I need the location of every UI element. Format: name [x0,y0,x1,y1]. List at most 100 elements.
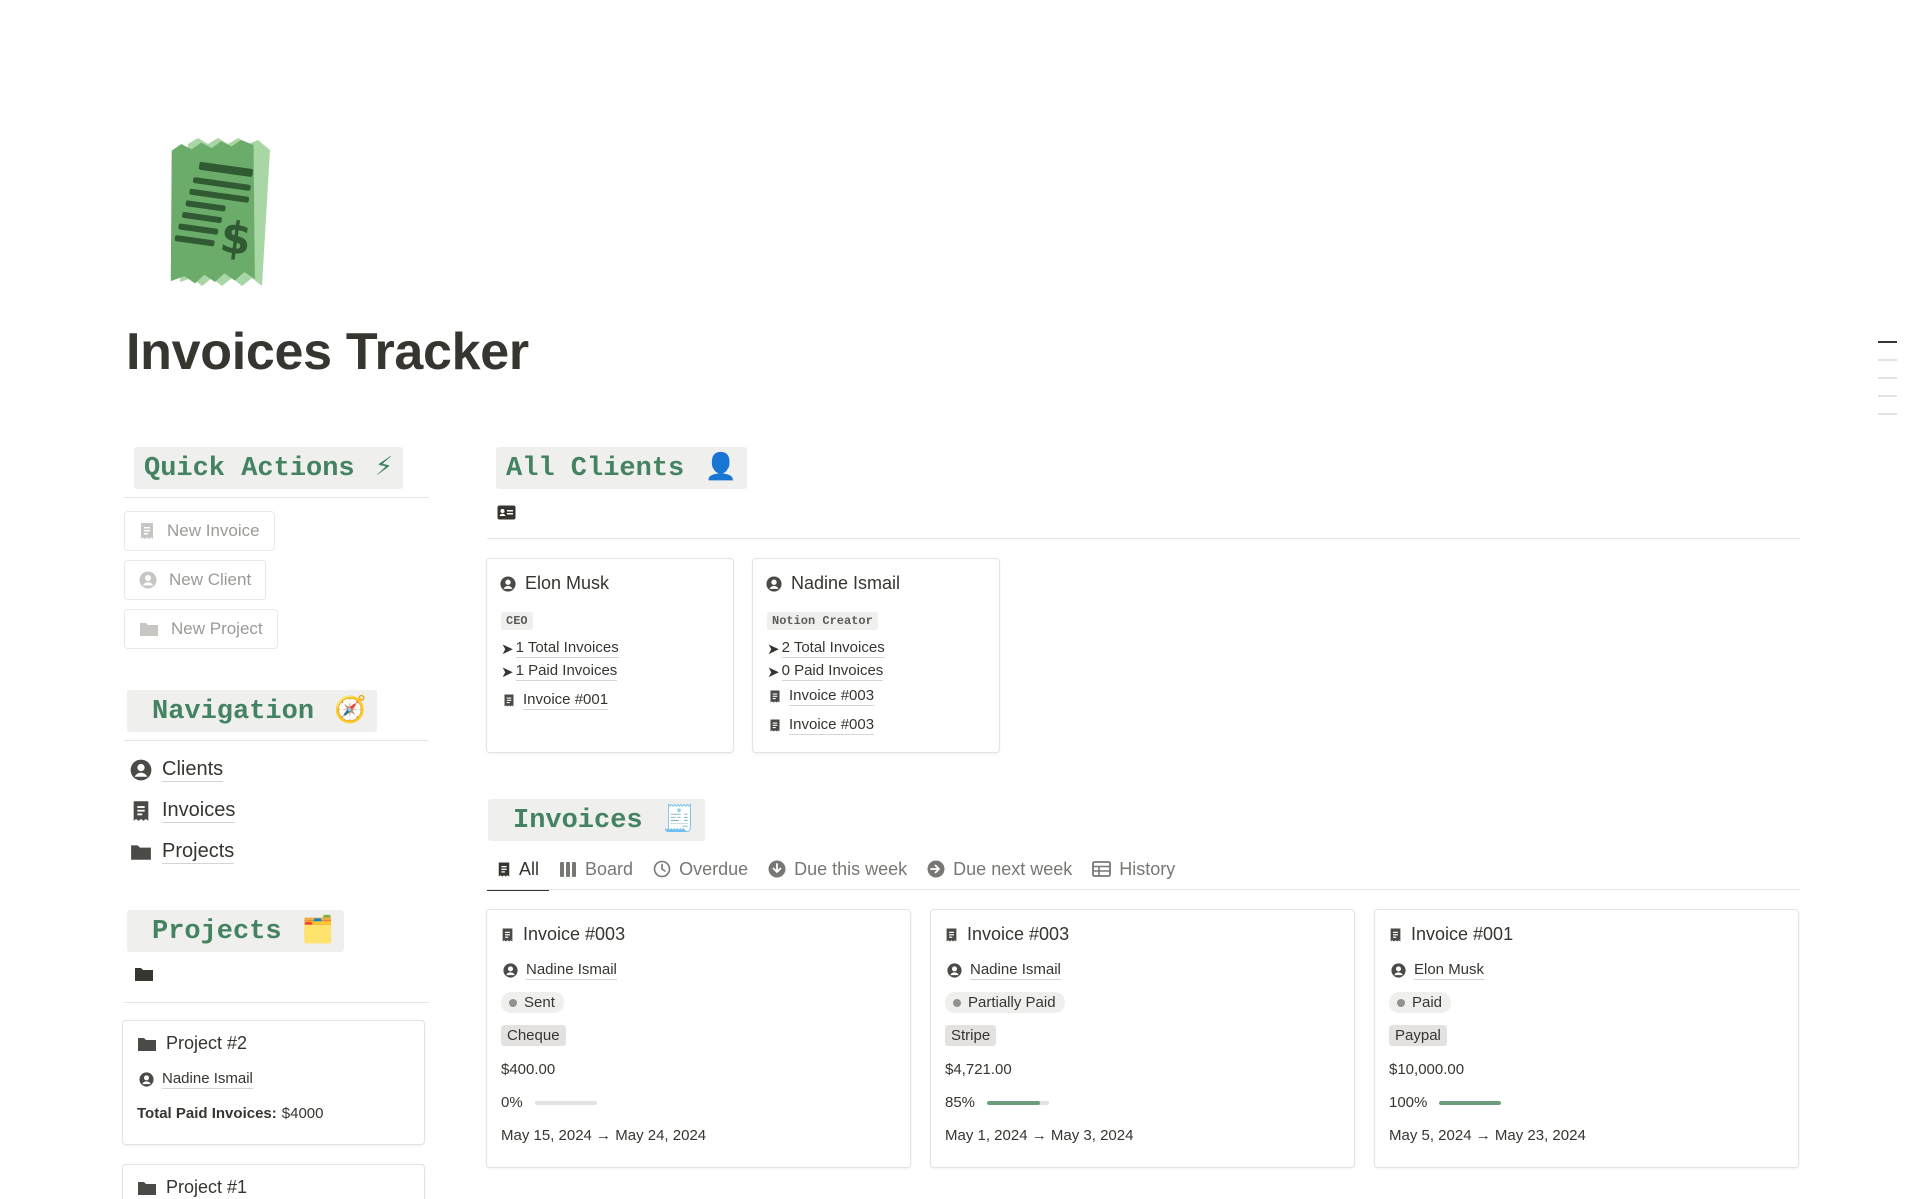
new-client-button[interactable]: New Client [124,560,267,600]
compass-icon: 🧭 [334,695,367,725]
invoice-amount: $400.00 [501,1061,556,1078]
invoice-dates: May 1, 2024 → May 3, 2024 [945,1127,1134,1144]
invoice-title: Invoice #001 [1411,924,1514,944]
payment-method-tag: Stripe [945,1025,997,1046]
project-title: Project #1 [166,1177,248,1197]
invoice-dates: May 5, 2024 → May 23, 2024 [1389,1127,1586,1144]
payment-method-tag: Paypal [1389,1025,1447,1046]
invoice-card[interactable]: Invoice #003 Nadine Ismail Sent Cheque $… [486,909,911,1168]
progress-label: 100% [1389,1094,1428,1111]
project-title: Project #2 [166,1033,248,1053]
tab-board[interactable]: Board [549,848,643,890]
arrow-bullet-icon: ➤ [767,640,780,658]
card-index-dividers-icon: 🗂️ [301,915,335,945]
client-role-tag: Notion Creator [767,612,878,630]
status-dot [509,998,517,1007]
progress-bar [987,1100,1050,1105]
status-dot [953,998,961,1007]
tab-label: Overdue [679,858,749,879]
client-card[interactable]: Nadine Ismail Notion Creator ➤ 2 Total In… [752,558,1000,753]
contact-card-icon[interactable] [497,505,516,520]
board-columns-icon [560,861,577,877]
folder-icon [138,1037,156,1051]
nav-item-invoices[interactable]: Invoices [130,798,236,823]
invoice-card[interactable]: Invoice #001 Elon Musk Paid Paypal $10,0… [1374,909,1799,1168]
lightning-icon: ⚡ [374,452,394,482]
receipt-icon [770,719,780,732]
invoice-view-tabs: All Board Overdue Due this week Due next… [487,848,1185,891]
invoice-link[interactable]: Invoice #001 [523,691,609,710]
new-project-button[interactable]: New Project [124,609,278,649]
invoice-title: Invoice #003 [523,924,626,944]
nav-item-label: Clients [162,758,224,782]
new-invoice-label: New Invoice [167,521,260,540]
total-paid-label: Total Paid Invoices: [137,1105,277,1122]
all-clients-heading: All Clients 👤 [496,447,747,489]
person-circle-icon [503,963,518,978]
new-project-label: New Project [171,619,263,638]
page-title: Invoices Tracker [126,323,529,381]
receipt-emoji-icon: 🧾 [662,804,696,834]
folder-icon [138,1181,156,1195]
project-client-link[interactable]: Nadine Ismail [162,1070,253,1089]
progress-label: 85% [945,1094,976,1111]
invoice-title: Invoice #003 [967,924,1070,944]
person-silhouette-icon: 👤 [704,452,737,482]
invoice-client-link[interactable]: Nadine Ismail [970,961,1061,980]
progress-bar [1439,1100,1502,1105]
paid-invoices-text: 0 Paid Invoices [781,662,884,681]
quick-actions-heading: Quick Actions ⚡ [134,447,404,489]
person-circle-icon [947,963,962,978]
tab-due-next-week[interactable]: Due next week [917,848,1082,890]
projects-heading: Projects 🗂️ [127,910,345,952]
invoice-link[interactable]: Invoice #003 [789,716,875,735]
project-card[interactable]: Project #1 [122,1164,425,1199]
folder-icon[interactable] [134,966,154,982]
receipt-dollar-icon[interactable]: $ [158,136,278,291]
person-circle-icon [500,575,516,592]
status-dot [1397,998,1405,1007]
invoice-card[interactable]: Invoice #003 Nadine Ismail Partially Pai… [930,909,1355,1168]
folder-icon [140,623,158,636]
person-circle-icon [139,571,157,589]
arrow-bullet-icon: ➤ [767,663,780,681]
table-icon [1092,861,1112,877]
invoice-link[interactable]: Invoice #003 [789,687,875,706]
client-card[interactable]: Elon Musk CEO ➤ 1 Total Invoices ➤ 1 Paid … [486,558,734,753]
arrow-down-circle-icon [768,860,786,878]
nav-item-projects[interactable]: Projects [130,839,235,864]
payment-progress: 85% [945,1094,1050,1111]
invoice-amount: $10,000.00 [1389,1061,1465,1078]
receipt-icon [504,694,514,707]
invoice-client-link[interactable]: Elon Musk [1414,961,1485,980]
paid-invoices-text: 1 Paid Invoices [515,662,618,681]
folder-icon [131,844,151,860]
tab-due-this-week[interactable]: Due this week [758,848,917,890]
nav-item-label: Invoices [162,799,236,823]
total-invoices-text: 2 Total Invoices [781,639,885,658]
person-circle-icon [130,759,152,780]
payment-progress: 0% [501,1094,597,1111]
invoice-amount: $4,721.00 [945,1061,1012,1078]
tab-overdue[interactable]: Overdue [643,848,758,890]
tab-label: History [1119,858,1176,879]
tab-label: All [519,858,540,879]
arrow-bullet-icon: ➤ [501,663,514,681]
table-of-contents-minimap[interactable] [1878,341,1897,431]
total-paid-value: $4000 [281,1105,324,1122]
nav-item-label: Projects [162,840,235,864]
invoices-heading: Invoices 🧾 [488,799,706,841]
tab-all[interactable]: All [487,848,550,891]
receipt-icon [141,523,153,539]
tab-history[interactable]: History [1082,848,1185,890]
arrow-bullet-icon: ➤ [501,640,514,658]
client-name: Elon Musk [525,573,610,593]
payment-method-tag: Cheque [501,1025,566,1046]
project-card[interactable]: Project #2 Nadine Ismail Total Paid Invo… [122,1020,425,1145]
invoice-client-link[interactable]: Nadine Ismail [526,961,617,980]
nav-item-clients[interactable]: Clients [130,757,224,782]
receipt-icon [946,928,957,941]
receipt-icon [1390,928,1401,941]
client-role-tag: CEO [501,612,533,630]
new-invoice-button[interactable]: New Invoice [124,511,275,551]
